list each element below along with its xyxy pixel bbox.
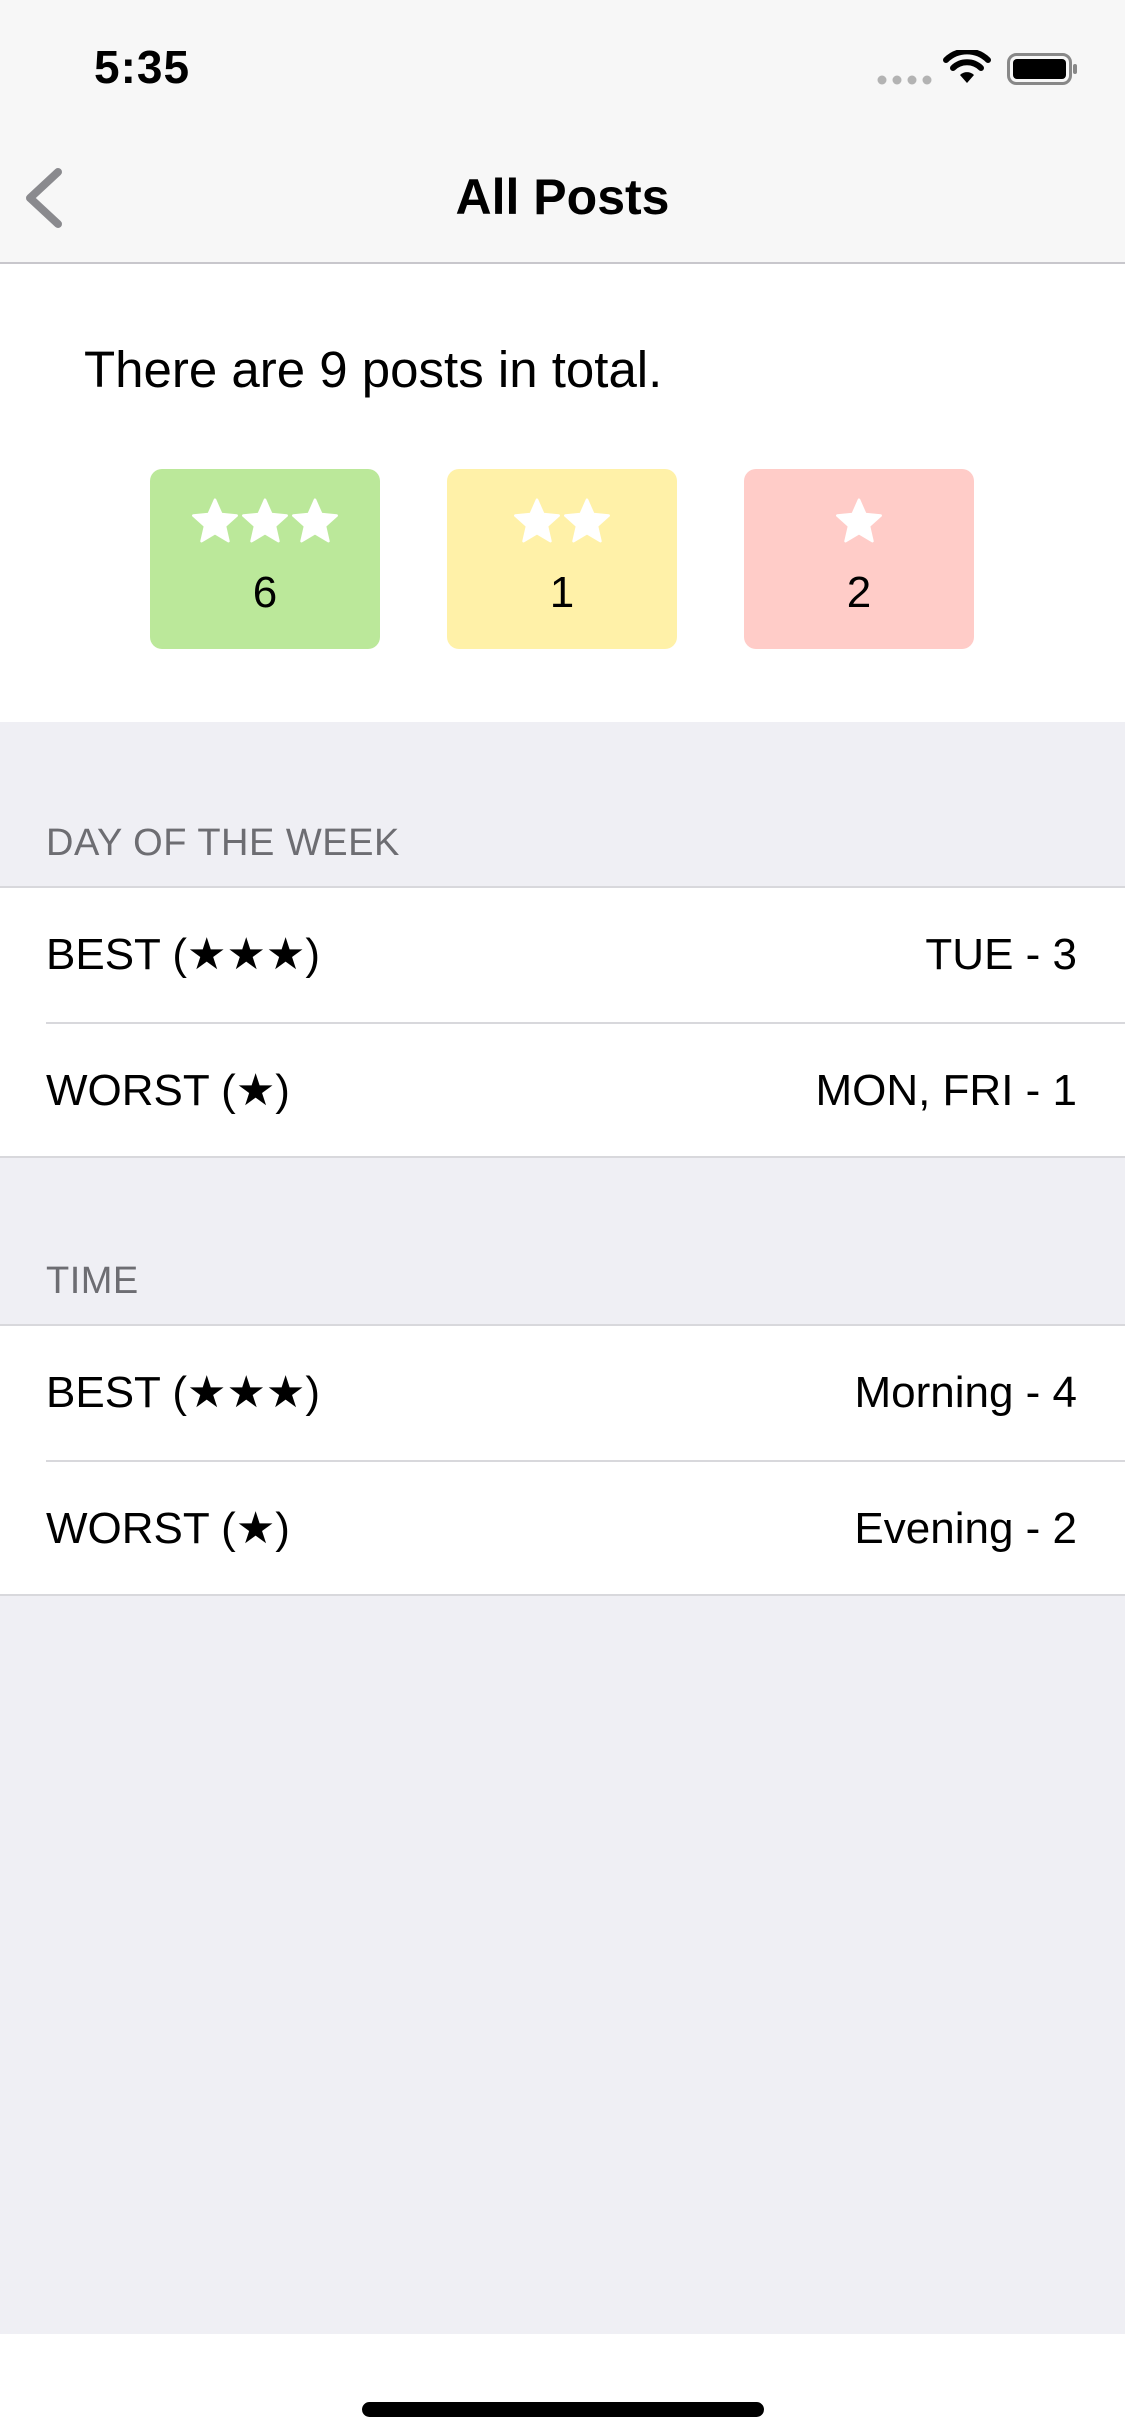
total-posts-text: There are 9 posts in total.	[84, 341, 663, 398]
table-row: BEST (★★★) Morning - 4	[0, 1326, 1125, 1460]
row-value: TUE - 3	[925, 930, 1077, 979]
time-table: BEST (★★★) Morning - 4 WORST (★) Evening…	[0, 1324, 1125, 1596]
summary-section: There are 9 posts in total. 6 1 2	[0, 264, 1125, 722]
two-star-count-box: 1	[447, 469, 677, 649]
row-value: MON, FRI - 1	[815, 1066, 1077, 1115]
cellular-signal-icon	[877, 75, 932, 85]
two-stars-icon	[447, 495, 677, 547]
three-stars-icon	[150, 495, 380, 547]
status-time: 5:35	[94, 41, 191, 93]
back-button[interactable]	[12, 160, 82, 236]
row-label: WORST (★)	[46, 1504, 290, 1553]
battery-icon	[1007, 53, 1077, 85]
one-star-icon	[744, 495, 974, 547]
home-indicator-area	[0, 2334, 1125, 2436]
row-value: Evening - 2	[854, 1504, 1077, 1553]
table-row: WORST (★) Evening - 2	[0, 1462, 1125, 1596]
home-indicator[interactable]	[362, 2402, 764, 2417]
row-label: BEST (★★★)	[46, 1368, 320, 1417]
row-value: Morning - 4	[854, 1368, 1077, 1417]
navigation-bar: All Posts	[0, 132, 1125, 264]
one-star-count-box: 2	[744, 469, 974, 649]
section-header-day-of-week: DAY OF THE WEEK	[46, 822, 400, 864]
three-star-count-box: 6	[150, 469, 380, 649]
row-label: BEST (★★★)	[46, 930, 320, 979]
one-star-count: 2	[846, 568, 872, 617]
row-label: WORST (★)	[46, 1066, 290, 1115]
status-bar: 5:35	[0, 0, 1125, 132]
two-star-count: 1	[549, 568, 575, 617]
chevron-left-icon	[26, 168, 62, 228]
table-row: WORST (★) MON, FRI - 1	[0, 1024, 1125, 1158]
three-star-count: 6	[252, 568, 278, 617]
day-of-week-table: BEST (★★★) TUE - 3 WORST (★) MON, FRI - …	[0, 886, 1125, 1158]
section-header-time: TIME	[46, 1260, 139, 1302]
table-row: BEST (★★★) TUE - 3	[0, 888, 1125, 1022]
page-title: All Posts	[455, 169, 670, 225]
wifi-icon	[943, 50, 991, 83]
